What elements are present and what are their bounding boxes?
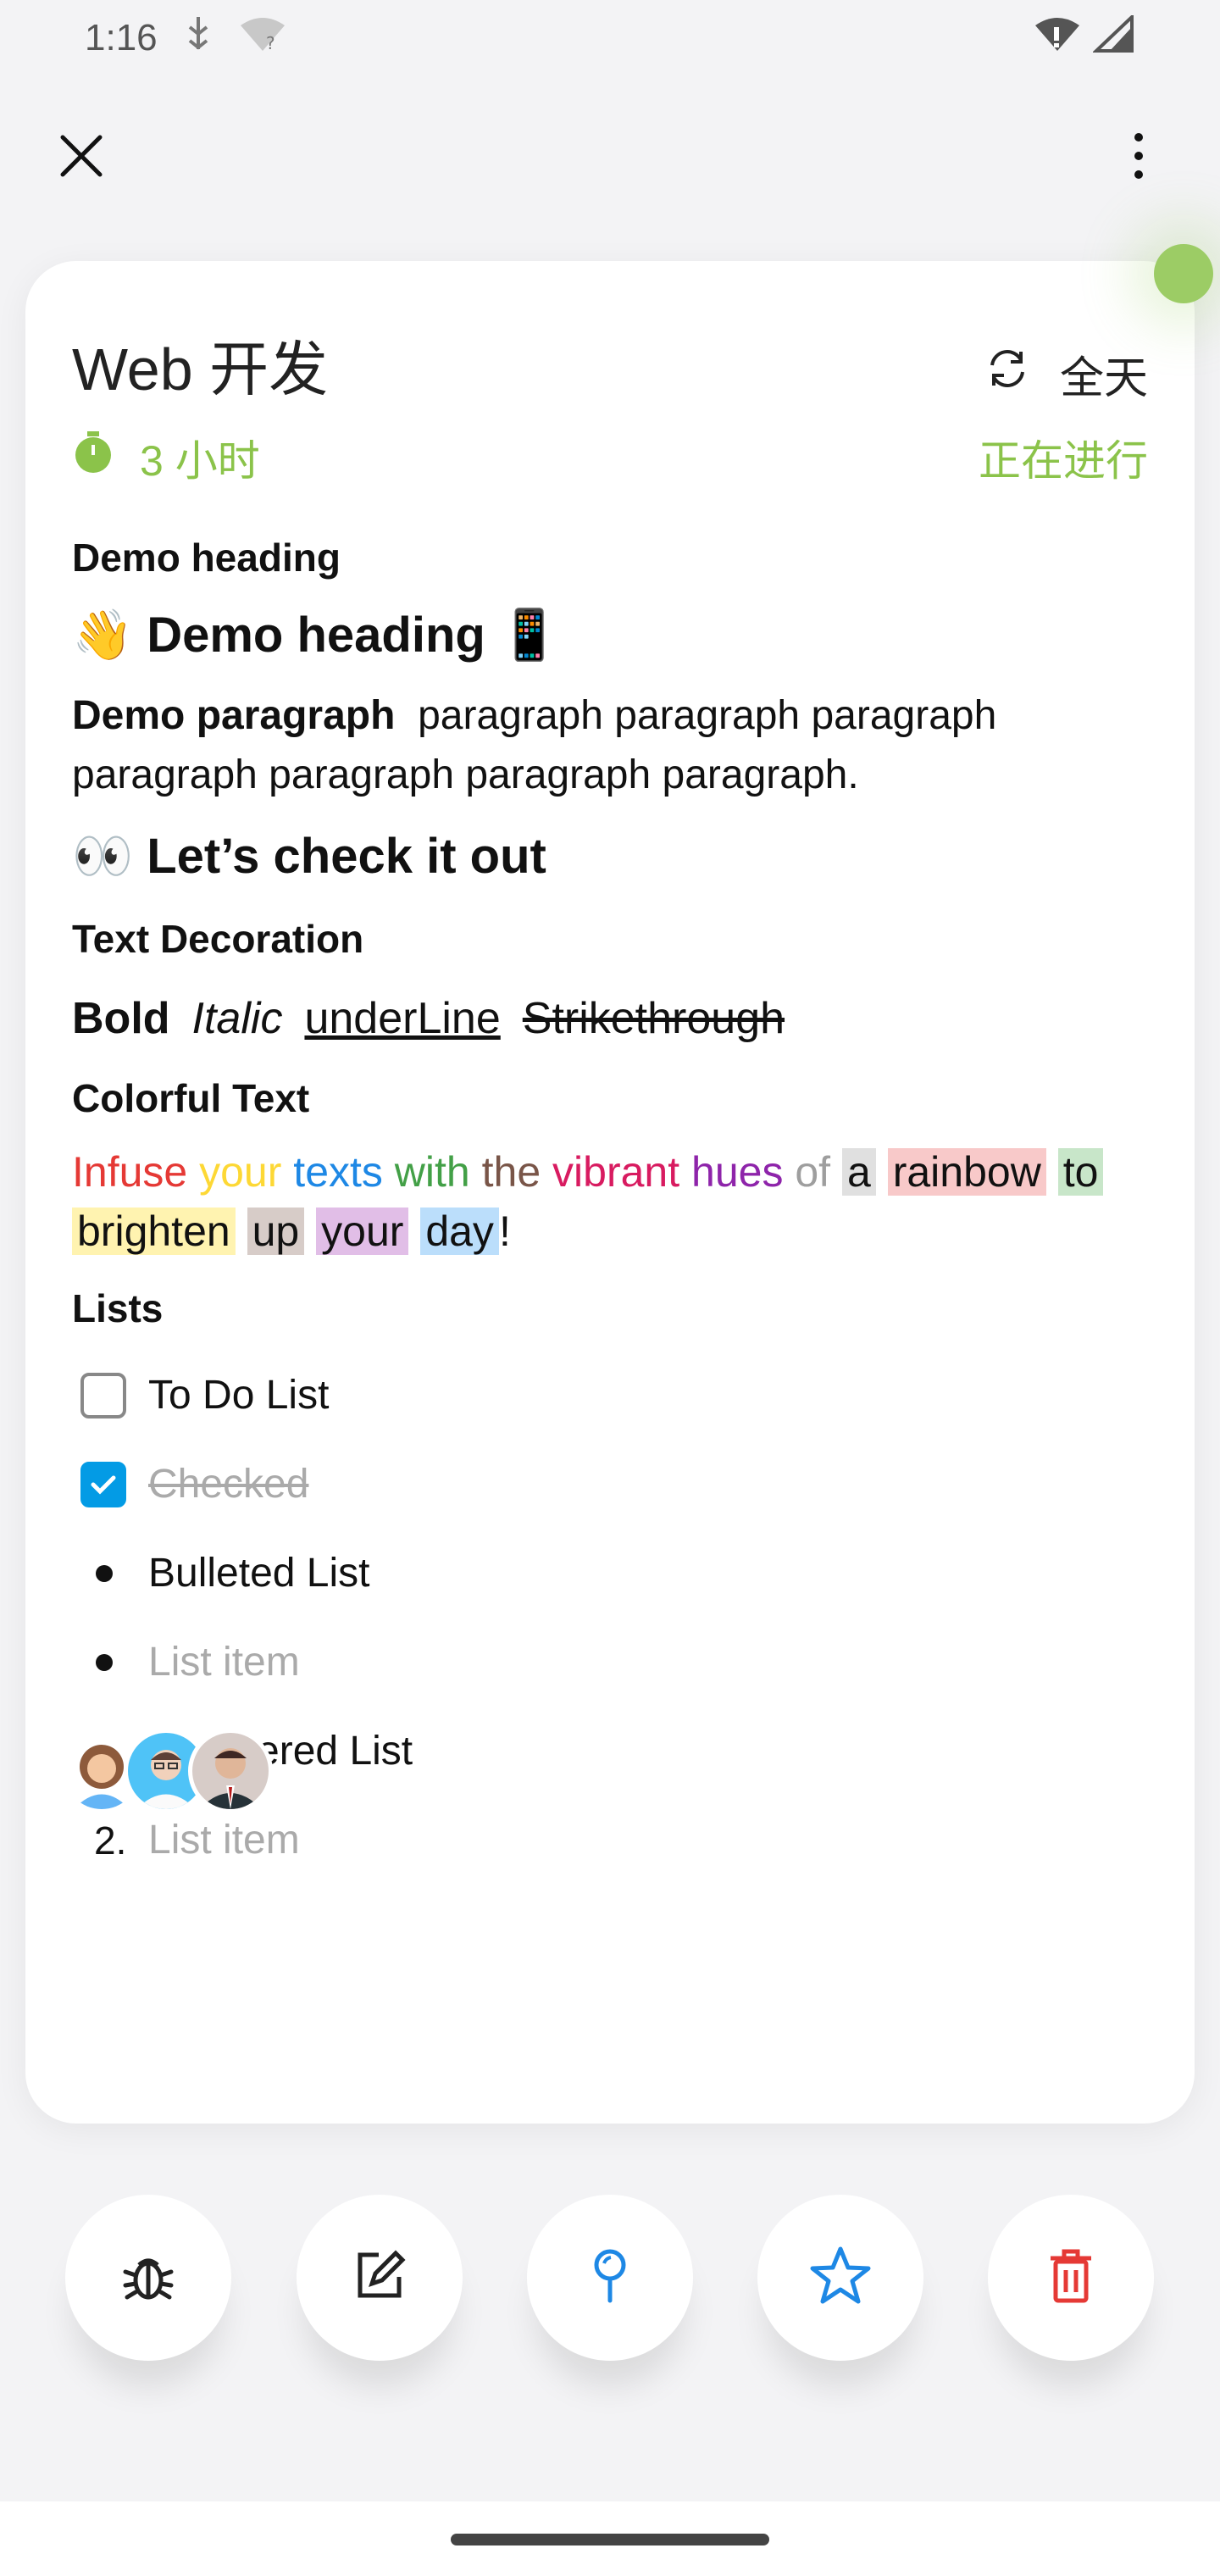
text-decoration-heading: Text Decoration	[72, 917, 364, 961]
italic-text: Italic	[191, 994, 283, 1043]
underline-text: underLine	[304, 994, 501, 1043]
number-marker: 2.	[94, 1818, 127, 1863]
repeat-icon	[985, 347, 1029, 402]
checkbox-unchecked[interactable]	[80, 1372, 126, 1418]
decoration-row: Bold Italic underLine Strikethrough	[72, 974, 1148, 1063]
signal-icon	[1092, 12, 1135, 62]
rainbow-end: !	[498, 1208, 511, 1255]
demo-heading-small: Demo heading	[72, 536, 341, 580]
check-icon	[91, 1475, 116, 1495]
rainbow-word: Infuse	[72, 1148, 188, 1196]
demo-paragraph: Demo paragraph paragraph paragraph parag…	[72, 686, 1148, 805]
edit-icon	[350, 2246, 409, 2310]
wifi-question-icon: ?	[237, 15, 288, 61]
lists-heading: Lists	[72, 1286, 164, 1330]
rainbow-word: your	[316, 1208, 409, 1255]
top-bar	[0, 119, 1220, 195]
bullet-icon	[96, 1564, 113, 1582]
rainbow-word: with	[394, 1148, 470, 1196]
home-indicator[interactable]	[451, 2534, 769, 2545]
checked-label: Checked	[148, 1462, 309, 1507]
bullet-icon	[96, 1653, 113, 1671]
bug-icon	[119, 2246, 178, 2310]
duration-label: 3 小时	[140, 437, 260, 485]
colorful-text-heading: Colorful Text	[72, 1076, 310, 1120]
pin-icon	[589, 2246, 631, 2310]
todo-item[interactable]: To Do List	[72, 1351, 1148, 1440]
rainbow-paragraph: Infuse your texts with the vibrant hues …	[72, 1142, 1148, 1261]
rainbow-word: of	[795, 1148, 831, 1196]
list-item-placeholder: List item	[148, 1640, 300, 1685]
svg-text:?: ?	[266, 33, 275, 53]
demo-heading-large: 👋 Demo heading 📱	[72, 591, 1148, 680]
wifi-alert-icon	[1034, 15, 1081, 62]
pin-button[interactable]	[527, 2195, 693, 2361]
all-day-indicator: 全天	[985, 342, 1148, 406]
rainbow-word: vibrant	[552, 1148, 680, 1196]
waving-hand-icon: 👋	[72, 608, 134, 663]
usb-icon	[183, 15, 214, 61]
status-time: 1:16	[85, 17, 158, 58]
phone-icon: 📱	[498, 608, 561, 663]
attendee-avatars[interactable]	[59, 1729, 273, 1813]
bold-text: Bold	[72, 994, 170, 1043]
debug-button[interactable]	[65, 2195, 231, 2361]
rainbow-word: a	[841, 1148, 876, 1196]
todo-label: To Do List	[148, 1373, 330, 1418]
rainbow-word: your	[199, 1148, 282, 1196]
rainbow-word: hues	[691, 1148, 784, 1196]
star-icon	[808, 2244, 873, 2312]
man-suit-avatar[interactable]	[188, 1729, 273, 1813]
bulleted-label: Bulleted List	[148, 1551, 370, 1596]
event-card: Web 开发 全天 3 小时 正在进行 Demo heading 👋 Demo …	[25, 261, 1195, 2124]
event-status: 正在进行	[979, 437, 1148, 485]
delete-button[interactable]	[988, 2195, 1154, 2361]
checked-item[interactable]: Checked	[72, 1440, 1148, 1529]
rainbow-word: up	[247, 1208, 305, 1255]
rainbow-word: to	[1057, 1148, 1104, 1196]
strikethrough-text: Strikethrough	[522, 994, 785, 1043]
action-bar	[0, 2195, 1220, 2364]
rainbow-word: the	[481, 1148, 541, 1196]
more-options-button[interactable]	[1108, 127, 1169, 188]
bulleted-item: Bulleted List	[72, 1529, 1148, 1618]
paragraph-bold: Demo paragraph	[72, 693, 396, 738]
rainbow-word: brighten	[72, 1208, 236, 1255]
edit-button[interactable]	[297, 2195, 463, 2361]
all-day-label: 全天	[1059, 354, 1148, 403]
status-bar: 1:16 ?	[0, 0, 1220, 76]
bulleted-item: List item	[72, 1618, 1148, 1707]
note-content[interactable]: Demo heading 👋 Demo heading 📱 Demo parag…	[72, 524, 1148, 1915]
eyes-icon: 👀	[72, 829, 134, 884]
duration: 3 小时	[72, 427, 260, 488]
list-item-placeholder: List item	[148, 1818, 300, 1863]
rainbow-word: rainbow	[887, 1148, 1046, 1196]
close-icon	[58, 132, 105, 184]
rainbow-word: texts	[293, 1148, 383, 1196]
timer-icon	[72, 430, 114, 486]
event-title: Web 开发	[72, 336, 329, 402]
status-dot	[1154, 244, 1213, 303]
star-button[interactable]	[757, 2195, 923, 2361]
check-heading-text: Let’s check it out	[147, 829, 546, 884]
check-heading: 👀 Let’s check it out	[72, 810, 1148, 903]
checkbox-checked[interactable]	[80, 1461, 126, 1507]
trash-icon	[1045, 2246, 1096, 2310]
rainbow-word: day	[420, 1208, 499, 1255]
demo-heading-text: Demo heading	[147, 608, 485, 663]
more-vertical-icon	[1130, 130, 1147, 186]
close-button[interactable]	[51, 127, 112, 188]
